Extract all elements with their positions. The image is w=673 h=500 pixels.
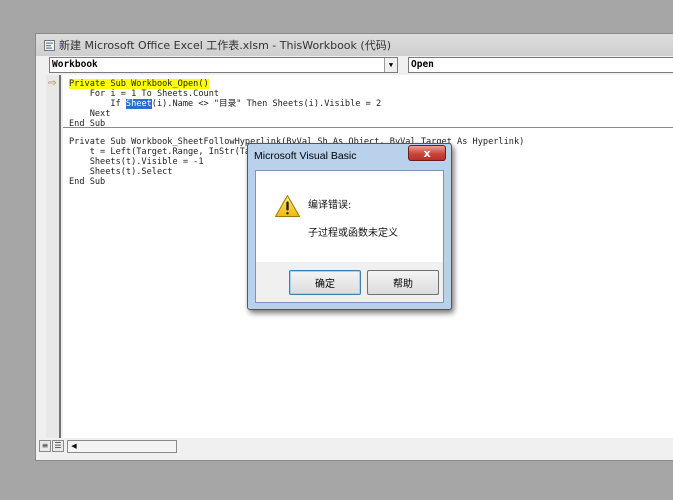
- code-line: If Sheet(i).Name <> "目录" Then Sheets(i).…: [69, 99, 381, 109]
- error-heading: 编译错误:: [308, 200, 352, 211]
- procedure-combobox[interactable]: Open: [408, 57, 673, 73]
- close-icon: x: [423, 146, 431, 160]
- procedure-view-button[interactable]: ≡: [39, 440, 51, 452]
- dialog-title: Microsoft Visual Basic: [254, 150, 357, 162]
- code-line: Next: [69, 109, 111, 119]
- object-combobox-value: Workbook: [52, 59, 98, 70]
- selected-text: Sheet: [125, 99, 152, 109]
- chevron-down-icon[interactable]: ▼: [384, 58, 397, 72]
- scroll-left-icon[interactable]: ◀: [68, 442, 80, 450]
- margin-indicator-bar[interactable]: ⇨: [46, 75, 61, 438]
- error-dialog: Microsoft Visual Basic x 编译错误: 子过程或函数未定义…: [247, 143, 452, 310]
- close-button[interactable]: x: [408, 145, 446, 161]
- code-line-text: (i).Name <> "目录" Then Sheets(i).Visible …: [151, 99, 382, 109]
- vba-app-icon: [44, 39, 55, 51]
- dialog-body: 编译错误: 子过程或函数未定义 确定 帮助: [255, 170, 444, 303]
- code-line: Private Sub Workbook_Open(): [69, 79, 209, 89]
- window-titlebar: 新建 Microsoft Office Excel 工作表.xlsm - Thi…: [36, 34, 673, 56]
- help-button[interactable]: 帮助: [367, 270, 439, 295]
- ok-button[interactable]: 确定: [289, 270, 361, 295]
- combo-row: Workbook ▼ Open: [49, 57, 673, 73]
- object-combobox[interactable]: Workbook ▼: [49, 57, 398, 73]
- error-message: 子过程或函数未定义: [308, 228, 398, 239]
- code-line: Sheets(t).Visible = -1: [69, 157, 204, 167]
- code-line: t = Left(Target.Range, InStr(Target.: [69, 147, 276, 157]
- code-line-text: Private Sub Workbook_Open(): [69, 79, 209, 89]
- procedure-combobox-value: Open: [411, 59, 434, 70]
- code-line: End Sub: [69, 177, 106, 187]
- full-module-view-button[interactable]: ☰: [52, 440, 64, 452]
- horizontal-scrollbar[interactable]: ◀: [67, 439, 177, 453]
- procedure-separator: [63, 127, 673, 128]
- execution-arrow-icon: ⇨: [48, 78, 57, 89]
- message-pane: 编译错误: 子过程或函数未定义: [256, 171, 443, 262]
- code-line: For i = 1 To Sheets.Count: [69, 89, 220, 99]
- warning-icon: [275, 195, 300, 217]
- code-line: Sheets(t).Select: [69, 167, 173, 177]
- code-line-text: If: [69, 99, 126, 109]
- window-title: 新建 Microsoft Office Excel 工作表.xlsm - Thi…: [59, 39, 391, 52]
- bottom-bar: ≡ ☰ ◀: [39, 438, 673, 454]
